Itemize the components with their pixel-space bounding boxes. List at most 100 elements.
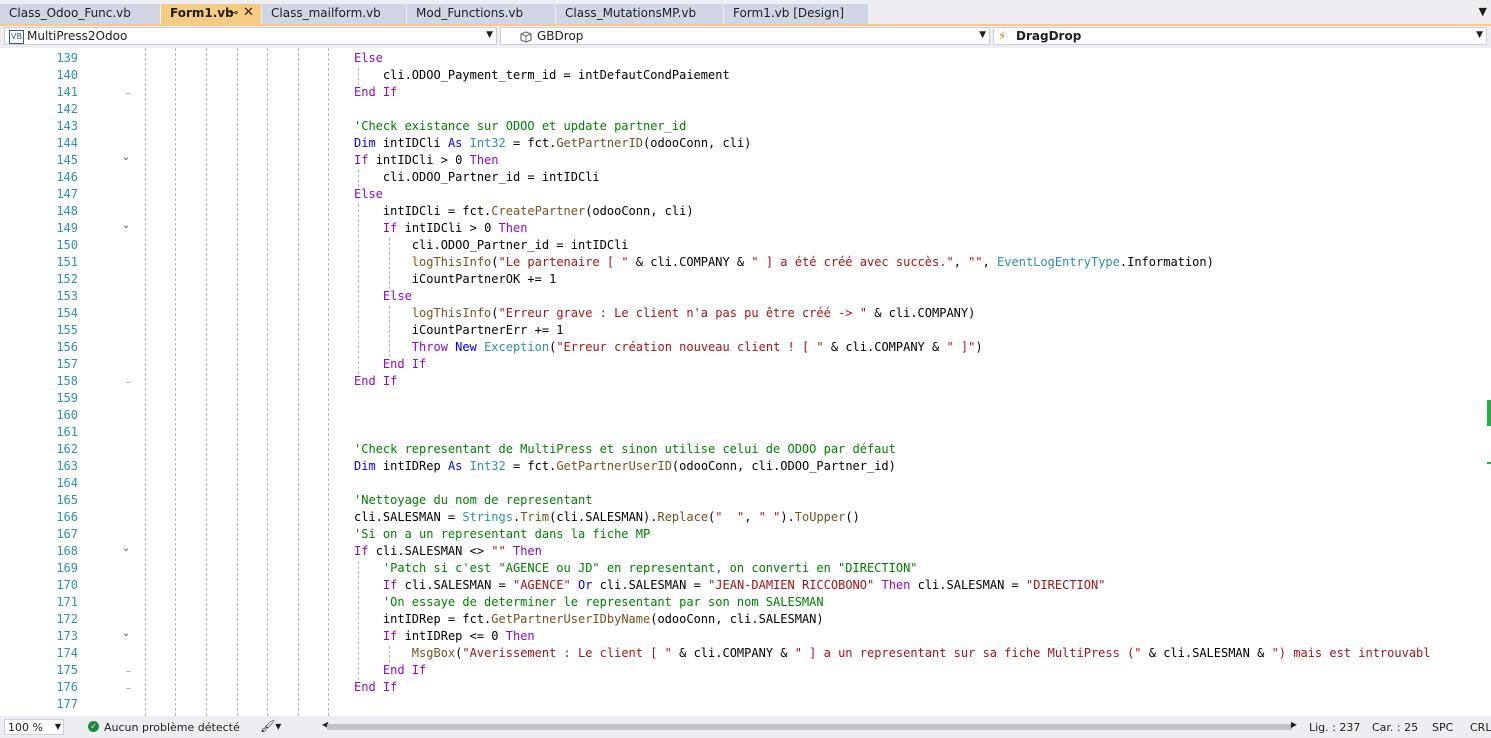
member-dropdown[interactable]: ⚡ DragDrop ▼ — [993, 27, 1487, 45]
pin-icon[interactable]: ⊸ — [229, 6, 238, 19]
scrollbar-thumb[interactable] — [327, 724, 1292, 730]
code-line[interactable]: cli.ODOO_Partner_id = intIDCli — [354, 238, 629, 252]
code-token: "AGENCE" — [512, 578, 571, 592]
code-token: cli.SALESMAN = — [404, 578, 513, 592]
collapse-chevron-icon[interactable]: ⌄ — [121, 543, 131, 554]
code-token: cli.SALESMAN = — [599, 578, 709, 592]
code-line[interactable]: End If — [354, 663, 426, 677]
tab-label: Class_Odoo_Func.vb — [9, 6, 131, 20]
code-token: intIDRep — [382, 459, 448, 473]
code-line[interactable]: If cli.SALESMAN <> "" Then — [354, 544, 542, 558]
code-token: Replace — [657, 510, 709, 524]
code-token: intIDRep <= 0 — [404, 629, 506, 643]
code-token: intIDCli = fct. — [354, 204, 492, 218]
code-line[interactable]: intIDCli = fct.CreatePartner(odooConn, c… — [354, 204, 694, 218]
object-dropdown[interactable]: GBDrop ▼ — [500, 27, 990, 45]
collapse-chevron-icon[interactable]: ⌄ — [121, 220, 131, 231]
navigation-bar: VB MultiPress2Odoo ▼ GBDrop ▼ ⚡ DragDrop… — [0, 26, 1491, 48]
code-line[interactable]: Throw New Exception("Erreur création nou… — [354, 340, 983, 354]
tab-form1-vb[interactable]: Form1.vb ⊸ ✕ — [161, 4, 261, 24]
code-line[interactable]: 'Check representant de MultiPress et sin… — [354, 442, 896, 456]
code-line[interactable]: cli.SALESMAN = Strings.Trim(cli.SALESMAN… — [354, 510, 860, 524]
code-token: cli.SALESMAN <> — [375, 544, 492, 558]
code-token: iCountPartnerErr += 1 — [354, 323, 564, 337]
check-circle-icon[interactable]: ✓ — [88, 721, 99, 732]
code-line[interactable]: 'Patch si c'est "AGENCE ou JD" en repres… — [354, 561, 918, 575]
code-token: Then — [512, 544, 542, 558]
code-token: & cli.COMPANY & — [671, 646, 795, 660]
code-line[interactable]: Dim intIDRep As Int32 = fct.GetPartnerUs… — [354, 459, 896, 473]
zoom-dropdown[interactable]: 100 % ▼ — [4, 719, 64, 735]
line-number: 149 — [56, 221, 78, 235]
code-token: As — [447, 459, 470, 473]
line-number: 147 — [56, 187, 78, 201]
code-line[interactable]: Dim intIDCli As Int32 = fct.GetPartnerID… — [354, 136, 751, 150]
code-token: GetPartnerUserID — [556, 459, 672, 473]
horizontal-scrollbar[interactable]: ◀ ▶ — [322, 720, 1297, 732]
line-number: 167 — [56, 527, 78, 541]
code-line[interactable]: 'Check existance sur ODOO et update part… — [354, 119, 686, 133]
line-number: 142 — [56, 102, 78, 116]
code-line[interactable]: Else — [354, 51, 383, 65]
code-token: & cli.COMPANY) — [866, 306, 976, 320]
close-icon[interactable]: ✕ — [243, 5, 254, 20]
code-token: Dim — [354, 136, 383, 150]
code-token: Then — [881, 578, 918, 592]
code-line[interactable]: MsgBox("Averissement : Le client [ " & c… — [354, 646, 1431, 660]
code-editor[interactable]: 139 140 141 142 143 144 145 146 147 148 149 150 151 1… — [0, 48, 1491, 716]
code-token: 'On essaye de determiner le representant… — [354, 595, 824, 609]
code-token: , — [744, 510, 759, 524]
code-line[interactable]: 'On essaye de determiner le representant… — [354, 595, 824, 609]
code-line[interactable]: Else — [354, 187, 383, 201]
tab-mod-functions[interactable]: Mod_Functions.vb — [407, 4, 555, 24]
code-line[interactable]: End If — [354, 680, 397, 694]
line-number: 173 — [56, 629, 78, 643]
code-line[interactable]: End If — [354, 85, 397, 99]
code-line[interactable]: End If — [354, 357, 426, 371]
code-line[interactable]: logThisInfo("Le partenaire [ " & cli.COM… — [354, 255, 1214, 269]
spacing-indicator[interactable]: SPC — [1432, 721, 1453, 734]
column-indicator[interactable]: Car. : 25 — [1372, 721, 1418, 734]
line-number: 165 — [56, 493, 78, 507]
issues-status[interactable]: Aucun problème détecté — [104, 721, 240, 734]
tab-form1-design[interactable]: Form1.vb [Design] — [724, 4, 868, 24]
collapse-chevron-icon[interactable]: ⌄ — [121, 628, 131, 639]
line-number: 152 — [56, 272, 78, 286]
code-line[interactable]: If intIDRep <= 0 Then — [354, 629, 535, 643]
code-line[interactable]: If intIDCli > 0 Then — [354, 153, 499, 167]
collapse-chevron-icon[interactable]: ⌄ — [121, 152, 131, 163]
line-number: 155 — [56, 323, 78, 337]
code-line[interactable]: logThisInfo("Erreur grave : Le client n'… — [354, 306, 976, 320]
line-indicator[interactable]: Lig. : 237 — [1309, 721, 1360, 734]
indent-guide — [267, 48, 268, 716]
code-line[interactable]: If cli.SALESMAN = "AGENCE" Or cli.SALESM… — [354, 578, 1106, 592]
line-number: 160 — [56, 408, 78, 422]
tab-class-mutationsmp[interactable]: Class_MutationsMP.vb — [556, 4, 723, 24]
scroll-right-icon[interactable]: ▶ — [1291, 720, 1297, 729]
code-line[interactable]: If intIDCli > 0 Then — [354, 221, 528, 235]
code-line[interactable]: Else — [354, 289, 412, 303]
code-line[interactable]: iCountPartnerOK += 1 — [354, 272, 557, 286]
code-line[interactable]: intIDRep = fct.GetPartnerUserIDbyName(od… — [354, 612, 824, 626]
code-token: End If — [354, 85, 398, 99]
tab-overflow-dropdown-icon[interactable]: ▼ — [1479, 5, 1487, 18]
tab-class-mailform[interactable]: Class_mailform.vb — [262, 4, 406, 24]
code-token: Then — [505, 629, 535, 643]
code-line[interactable]: End If — [354, 374, 397, 388]
block-end-marker — [126, 382, 131, 383]
line-number: 143 — [56, 119, 78, 133]
code-line[interactable]: iCountPartnerErr += 1 — [354, 323, 564, 337]
code-line[interactable]: cli.ODOO_Payment_term_id = intDefautCond… — [354, 68, 730, 82]
code-line[interactable]: cli.ODOO_Partner_id = intIDCli — [354, 170, 600, 184]
line-ending-indicator[interactable]: CRLF — [1470, 721, 1491, 734]
project-dropdown[interactable]: VB MultiPress2Odoo ▼ — [4, 27, 497, 45]
code-line[interactable]: 'Nettoyage du nom de representant — [354, 493, 592, 507]
code-token: ( — [491, 306, 499, 320]
code-line[interactable]: 'Si on a un representant dans la fiche M… — [354, 527, 650, 541]
tab-class-odoo-func[interactable]: Class_Odoo_Func.vb — [0, 4, 160, 24]
code-cleanup-brush-icon[interactable]: 🖌▾ — [260, 719, 281, 733]
